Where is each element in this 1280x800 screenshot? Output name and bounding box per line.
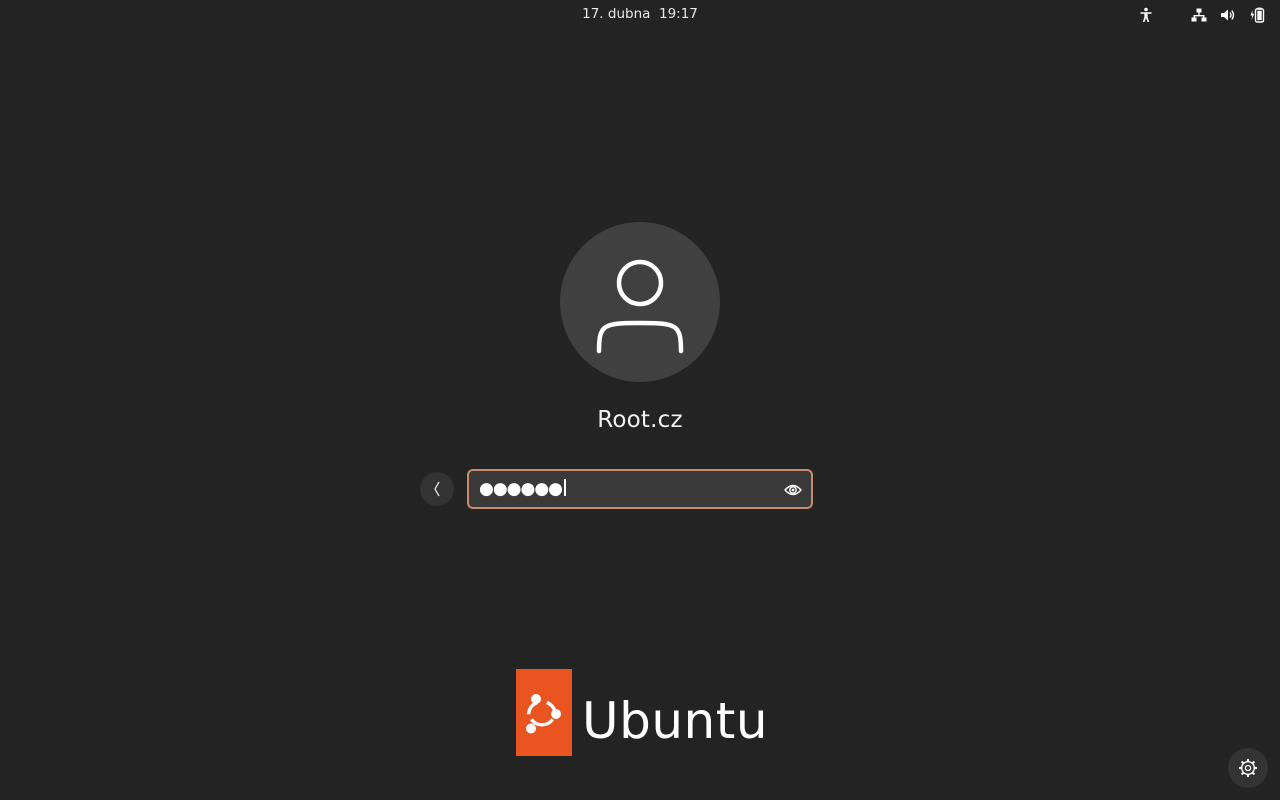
network-icon[interactable] xyxy=(1191,7,1207,23)
ubuntu-wordmark: Ubuntu xyxy=(582,692,769,750)
volume-icon[interactable] xyxy=(1220,7,1236,23)
eye-icon[interactable] xyxy=(784,482,802,496)
password-value: ●●●●●● xyxy=(479,479,566,499)
top-bar: 17. dubna 19:17 xyxy=(0,0,1280,30)
user-avatar xyxy=(560,222,720,382)
password-input[interactable]: ●●●●●● xyxy=(467,469,813,509)
username-label: Root.cz xyxy=(597,407,683,433)
ubuntu-logo-tag xyxy=(516,669,572,756)
ubuntu-circle-of-friends-icon xyxy=(526,694,561,734)
session-settings-button[interactable] xyxy=(1228,748,1268,788)
date-time-clock[interactable]: 17. dubna 19:17 xyxy=(0,6,1280,22)
ubuntu-logo: Ubuntu xyxy=(516,669,769,756)
battery-icon[interactable] xyxy=(1249,7,1265,23)
chevron-left-icon xyxy=(434,481,440,497)
user-icon xyxy=(596,259,684,354)
back-button[interactable] xyxy=(420,472,454,506)
accessibility-icon[interactable] xyxy=(1138,7,1154,23)
gear-icon xyxy=(1239,759,1257,777)
text-caret xyxy=(564,479,566,496)
